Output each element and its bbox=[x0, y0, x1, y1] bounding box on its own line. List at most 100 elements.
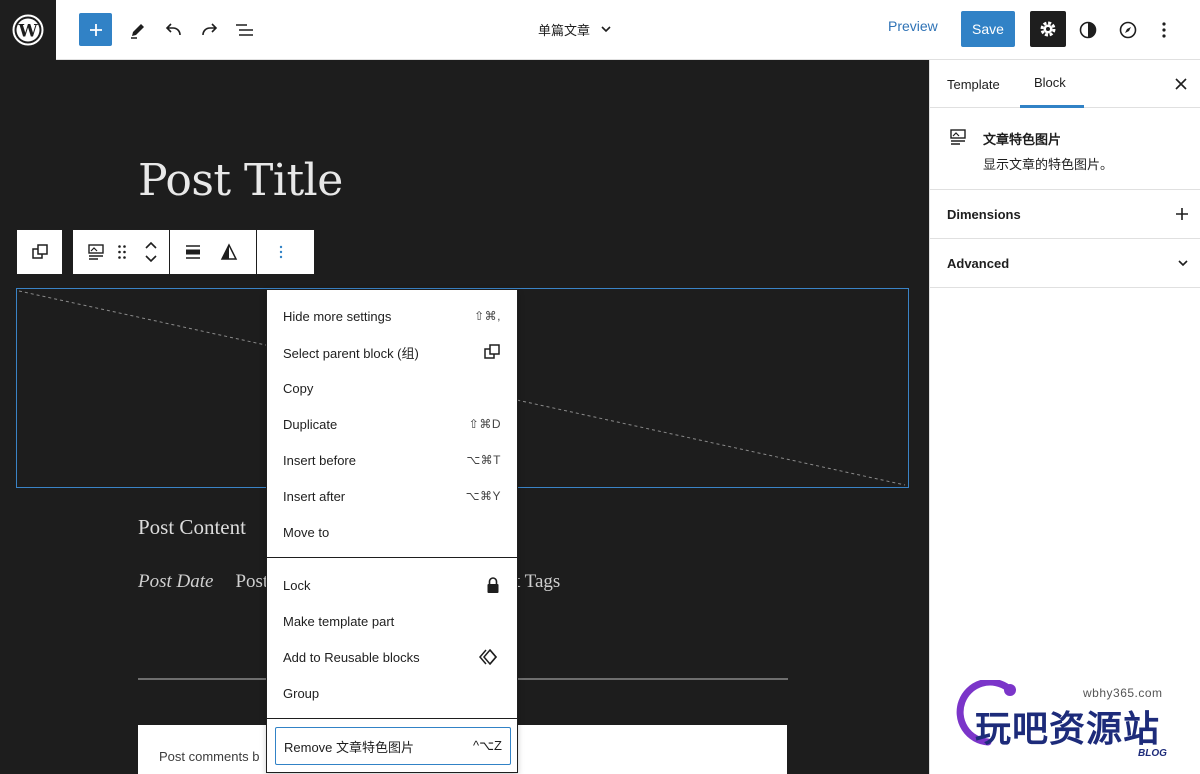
menu-item-lock[interactable]: Lock bbox=[267, 567, 517, 603]
list-view-button[interactable] bbox=[228, 13, 262, 47]
block-card: 文章特色图片 显示文章的特色图片。 bbox=[930, 108, 1200, 190]
menu-item-remove-block[interactable]: Remove 文章特色图片 ^⌥Z bbox=[275, 727, 511, 765]
move-up-down-buttons[interactable] bbox=[133, 234, 169, 270]
block-options-button[interactable] bbox=[257, 234, 304, 270]
menu-item-label: Insert after bbox=[283, 488, 346, 504]
block-card-description: 显示文章的特色图片。 bbox=[983, 157, 1114, 172]
panel-dimensions[interactable]: Dimensions bbox=[930, 190, 1200, 239]
menu-item-make-template-part[interactable]: Make template part bbox=[267, 603, 517, 639]
chevron-down-icon[interactable] bbox=[144, 254, 158, 264]
plus-icon bbox=[1176, 208, 1188, 220]
tools-button[interactable] bbox=[121, 13, 155, 47]
featured-image-icon bbox=[950, 129, 966, 145]
add-block-button[interactable] bbox=[79, 13, 112, 46]
post-date-block[interactable]: Post Date bbox=[138, 571, 213, 593]
menu-separator bbox=[267, 718, 517, 719]
menu-item-label: Move to bbox=[283, 524, 330, 540]
block-type-button[interactable] bbox=[81, 234, 111, 270]
menu-item-add-reusable[interactable]: Add to Reusable blocks bbox=[267, 639, 517, 675]
plus-icon bbox=[89, 23, 102, 36]
featured-image-icon bbox=[88, 244, 104, 260]
menu-item-label: Make template part bbox=[283, 613, 395, 629]
chevron-down-icon bbox=[1178, 260, 1188, 267]
tab-block[interactable]: Block bbox=[1020, 60, 1084, 108]
menu-separator bbox=[267, 557, 517, 558]
menu-item-copy[interactable]: Copy bbox=[267, 370, 517, 406]
preview-button[interactable]: Preview bbox=[888, 18, 938, 34]
menu-item-label: Remove 文章特色图片 bbox=[284, 739, 415, 755]
menu-item-shortcut: ⇧⌘, bbox=[474, 309, 501, 323]
block-toolbar bbox=[72, 229, 315, 275]
post-comments-label: Post comments b bbox=[159, 749, 260, 764]
drag-handle[interactable] bbox=[111, 234, 133, 270]
post-content-block[interactable]: Post Content bbox=[138, 515, 246, 540]
sidebar-tabs: Template Block bbox=[930, 60, 1200, 108]
parent-block-icon bbox=[31, 244, 48, 259]
align-button[interactable] bbox=[178, 234, 208, 270]
panel-title: Advanced bbox=[947, 255, 1010, 271]
menu-item-move-to[interactable]: Move to bbox=[267, 514, 517, 550]
menu-item-duplicate[interactable]: Duplicate ⇧⌘D bbox=[267, 406, 517, 442]
post-author-block[interactable]: Post bbox=[235, 571, 268, 593]
menu-item-insert-after[interactable]: Insert after ⌥⌘Y bbox=[267, 478, 517, 514]
menu-item-label: Insert before bbox=[283, 452, 356, 468]
save-button[interactable]: Save bbox=[961, 11, 1015, 47]
menu-item-label: Copy bbox=[283, 380, 314, 396]
close-sidebar-button[interactable] bbox=[1171, 74, 1191, 94]
menu-item-label: Select parent block (组) bbox=[283, 345, 419, 361]
undo-icon bbox=[165, 23, 181, 36]
post-tags-block[interactable]: t Tags bbox=[515, 571, 560, 593]
block-options-menu: Hide more settings ⇧⌘, Select parent blo… bbox=[266, 289, 518, 773]
post-title-block[interactable]: Post Title bbox=[138, 155, 343, 206]
menu-item-label: Group bbox=[283, 685, 320, 701]
menu-item-shortcut: ^⌥Z bbox=[472, 738, 502, 753]
settings-button[interactable] bbox=[1030, 11, 1066, 47]
tab-template[interactable]: Template bbox=[947, 60, 1000, 108]
menu-item-shortcut: ⌥⌘T bbox=[466, 453, 501, 467]
more-vertical-icon bbox=[279, 245, 282, 259]
site-editor: W 单篇文章 Preview Save Post Title Post Cont… bbox=[0, 0, 1200, 774]
top-toolbar: W 单篇文章 Preview Save bbox=[0, 0, 1200, 60]
undo-button[interactable] bbox=[157, 13, 191, 47]
watermark-name: 玩吧资源站 bbox=[975, 708, 1161, 749]
chevron-down-icon bbox=[601, 26, 611, 33]
menu-item-shortcut: ⇧⌘D bbox=[468, 417, 501, 431]
more-vertical-icon bbox=[1162, 22, 1166, 38]
wordpress-logo-icon: W bbox=[12, 14, 44, 46]
gear-icon bbox=[1040, 21, 1056, 37]
panel-advanced[interactable]: Advanced bbox=[930, 239, 1200, 288]
document-title-dropdown[interactable]: 单篇文章 bbox=[500, 0, 650, 58]
half-circle-icon bbox=[1079, 21, 1097, 39]
compass-icon bbox=[1119, 21, 1137, 39]
menu-item-label: Lock bbox=[283, 577, 311, 593]
panel-title: Dimensions bbox=[947, 206, 1021, 222]
wordpress-logo-button[interactable]: W bbox=[0, 0, 56, 60]
menu-item-shortcut: ⌥⌘Y bbox=[465, 489, 501, 503]
select-parent-button[interactable] bbox=[25, 234, 55, 270]
menu-item-insert-before[interactable]: Insert before ⌥⌘T bbox=[267, 442, 517, 478]
pencil-icon bbox=[131, 24, 144, 39]
redo-icon bbox=[202, 23, 218, 36]
menu-item-group[interactable]: Group bbox=[267, 675, 517, 711]
lock-icon bbox=[487, 577, 499, 593]
list-view-icon bbox=[236, 24, 253, 36]
menu-item-label: Hide more settings bbox=[283, 308, 392, 324]
duotone-icon bbox=[220, 243, 238, 260]
duotone-button[interactable] bbox=[214, 234, 244, 270]
chevron-up-icon[interactable] bbox=[144, 240, 158, 250]
styles-button[interactable] bbox=[1071, 13, 1105, 47]
block-card-title: 文章特色图片 bbox=[983, 132, 1062, 147]
svg-text:W: W bbox=[17, 22, 38, 42]
parent-block-icon bbox=[484, 344, 500, 359]
close-icon bbox=[1175, 78, 1187, 90]
options-button[interactable] bbox=[1147, 13, 1181, 47]
menu-item-hide-more-settings[interactable]: Hide more settings ⇧⌘, bbox=[267, 298, 517, 334]
redo-button[interactable] bbox=[192, 13, 226, 47]
navigation-button[interactable] bbox=[1111, 13, 1145, 47]
document-title: 单篇文章 bbox=[537, 22, 590, 38]
menu-item-label: Duplicate bbox=[283, 416, 338, 432]
menu-item-select-parent[interactable]: Select parent block (组) bbox=[267, 334, 517, 370]
align-wide-icon bbox=[186, 245, 200, 259]
settings-sidebar: Template Block 文章特色图片 显示文章的特色图片。 Dimensi… bbox=[929, 60, 1200, 774]
watermark-blog: BLOG bbox=[1138, 748, 1167, 759]
